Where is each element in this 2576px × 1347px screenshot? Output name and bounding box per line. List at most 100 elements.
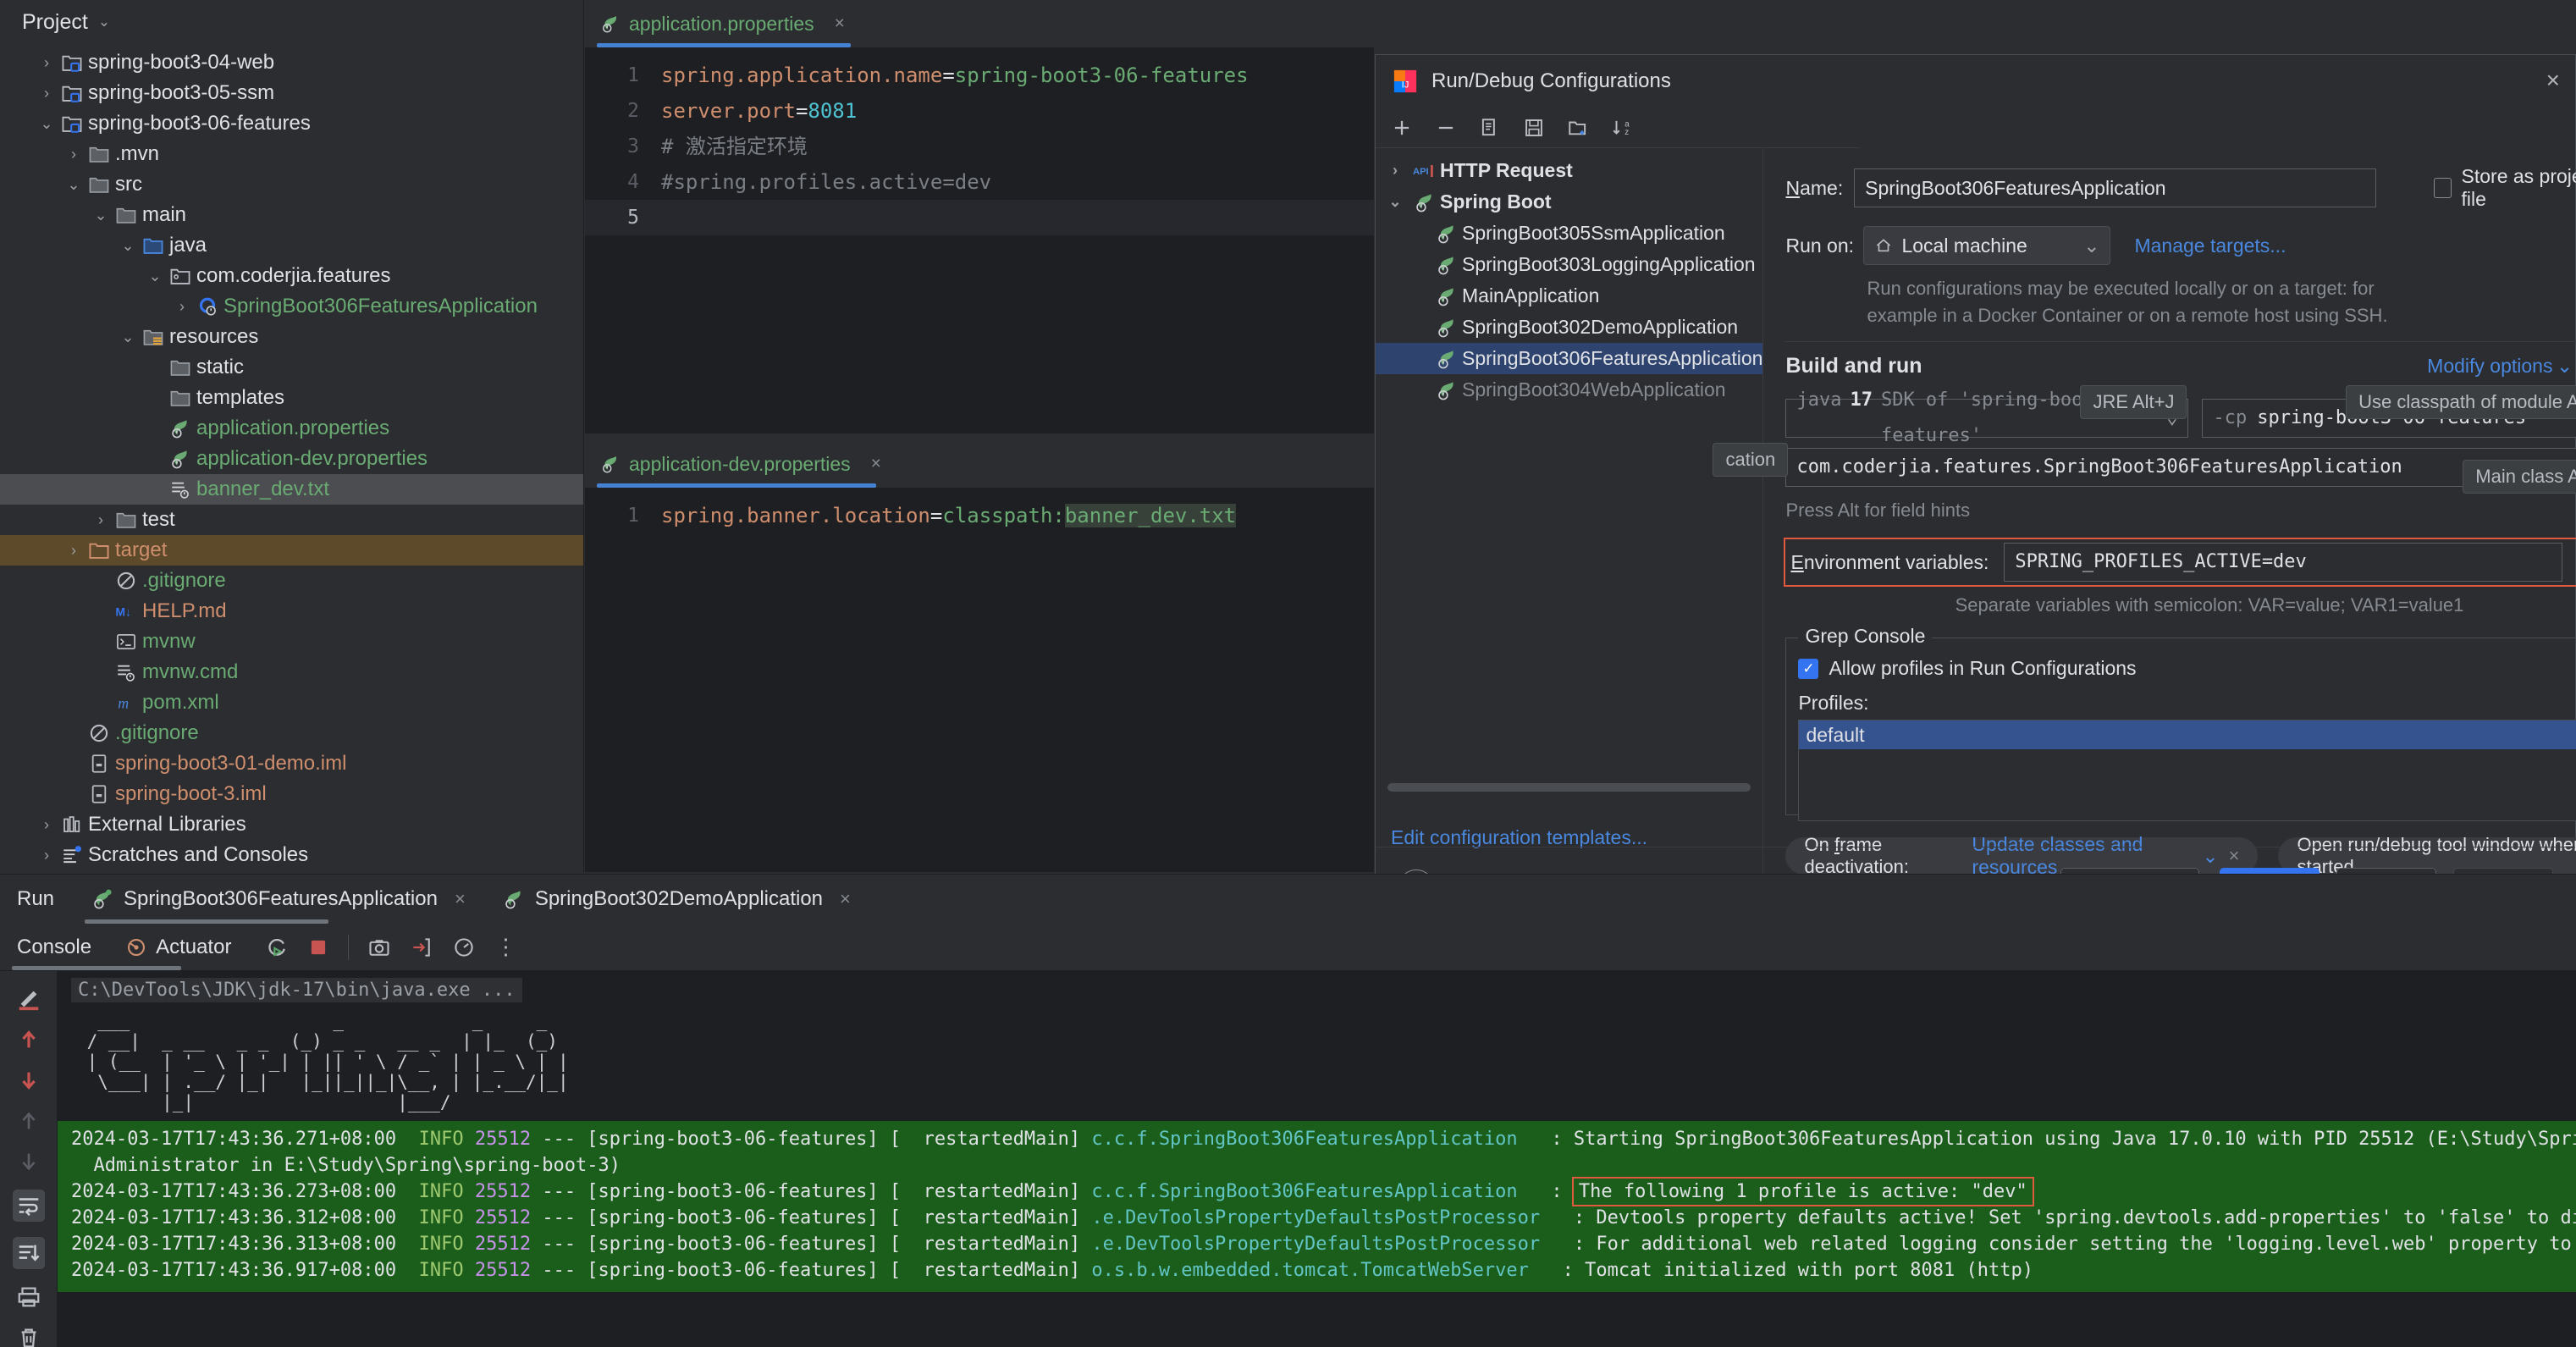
- new-folder-icon[interactable]: [1567, 117, 1589, 139]
- chevron-down-icon[interactable]: ⌄: [117, 328, 139, 346]
- tree-item-gitignore[interactable]: .gitignore: [0, 566, 583, 596]
- tree-item-application-properties[interactable]: application.properties: [0, 413, 583, 444]
- down-red-icon[interactable]: [16, 1068, 41, 1093]
- tree-item-java[interactable]: ⌄java: [0, 230, 583, 261]
- chevron-right-icon[interactable]: ›: [171, 298, 193, 316]
- console-text[interactable]: C:\DevTools\JDK\jdk-17\bin\java.exe ... …: [58, 971, 2576, 1347]
- up-red-icon[interactable]: [16, 1027, 41, 1052]
- copy-icon[interactable]: [1479, 117, 1501, 139]
- tree-item-spring-boot3-05-ssm[interactable]: ›spring-boot3-05-ssm: [0, 78, 583, 108]
- remove-icon[interactable]: [1435, 117, 1457, 139]
- tree-item-templates[interactable]: templates: [0, 383, 583, 413]
- run-tab-springboot302[interactable]: SpringBoot302DemoApplication ×: [503, 887, 851, 911]
- tree-item-static[interactable]: static: [0, 352, 583, 383]
- editor-tab-label-top[interactable]: application.properties: [629, 13, 814, 36]
- tree-item-external-libraries[interactable]: ›External Libraries: [0, 809, 583, 840]
- tree-item-spring-boot3-01-demo-iml[interactable]: spring-boot3-01-demo.iml: [0, 748, 583, 779]
- tree-item-spring-boot3-04-web[interactable]: ›spring-boot3-04-web: [0, 47, 583, 78]
- run-on-combo[interactable]: Local machine ⌄: [1863, 226, 2110, 265]
- export-icon[interactable]: [410, 936, 433, 959]
- chevron-down-icon[interactable]: ⌄: [1381, 193, 1409, 211]
- stop-icon[interactable]: [307, 936, 329, 958]
- console-tab[interactable]: Console: [17, 936, 91, 959]
- chevron-down-icon[interactable]: ⌄: [2557, 355, 2573, 377]
- config-item-http-request[interactable]: ›APIHTTP Request: [1376, 155, 1762, 186]
- tree-item-spring-boot-3-iml[interactable]: spring-boot-3.iml: [0, 779, 583, 809]
- tree-item-spring-boot3-06-features[interactable]: ⌄spring-boot3-06-features: [0, 108, 583, 139]
- allow-profiles-checkbox[interactable]: ✓: [1798, 659, 1818, 679]
- close-icon[interactable]: ×: [2546, 67, 2560, 94]
- tree-item-springboot306featuresapplication[interactable]: ›SpringBoot306FeaturesApplication: [0, 291, 583, 322]
- code-area-bottom[interactable]: 1spring.banner.location=classpath:banner…: [585, 488, 1374, 533]
- chevron-right-icon[interactable]: ›: [36, 847, 58, 864]
- close-icon[interactable]: ×: [871, 454, 881, 474]
- modify-options-link[interactable]: Modify options: [2427, 355, 2552, 377]
- tree-item-pom-xml[interactable]: mpom.xml: [0, 687, 583, 718]
- chevron-down-icon[interactable]: ⌄: [117, 237, 139, 255]
- config-item-springboot302demoapplication[interactable]: SpringBoot302DemoApplication: [1376, 312, 1762, 343]
- tree-item-mvn[interactable]: ›.mvn: [0, 139, 583, 169]
- close-icon[interactable]: ×: [835, 14, 845, 34]
- tree-item-banner-dev-txt[interactable]: banner_dev.txt: [0, 474, 583, 505]
- tree-item-src[interactable]: ⌄src: [0, 169, 583, 200]
- chevron-right-icon[interactable]: ›: [63, 146, 85, 163]
- chevron-right-icon[interactable]: ›: [36, 85, 58, 102]
- chevron-down-icon[interactable]: ⌄: [63, 176, 85, 194]
- config-item-mainapplication[interactable]: MainApplication: [1376, 280, 1762, 312]
- tree-item-main[interactable]: ⌄main: [0, 200, 583, 230]
- print-icon[interactable]: [16, 1284, 41, 1310]
- soft-wrap-icon[interactable]: [16, 986, 41, 1012]
- config-item-springboot304webapplication[interactable]: SpringBoot304WebApplication: [1376, 374, 1762, 406]
- chevron-right-icon[interactable]: ›: [90, 511, 112, 529]
- chevron-right-icon[interactable]: ›: [63, 542, 85, 560]
- chevron-down-icon[interactable]: ⌄: [90, 207, 112, 224]
- actuator-tab[interactable]: Actuator: [125, 936, 231, 959]
- chevron-right-icon[interactable]: ›: [1381, 162, 1409, 179]
- horizontal-scrollbar[interactable]: [1387, 783, 1751, 792]
- add-icon[interactable]: [1391, 117, 1413, 139]
- tree-item-help-md[interactable]: M↓HELP.md: [0, 596, 583, 627]
- profiler-icon[interactable]: [452, 936, 476, 959]
- tree-item-com-coderjia-features[interactable]: ⌄com.coderjia.features: [0, 261, 583, 291]
- chevron-down-icon[interactable]: ⌄: [144, 268, 166, 285]
- environment-variables-input[interactable]: SPRING_PROFILES_ACTIVE=dev: [2004, 543, 2562, 582]
- store-as-project-file-checkbox[interactable]: [2434, 178, 2452, 198]
- project-header[interactable]: Project ⌄: [0, 0, 583, 44]
- tree-item-mvnw[interactable]: mvnw: [0, 627, 583, 657]
- editor-tab-label-bottom[interactable]: application-dev.properties: [629, 453, 851, 476]
- rerun-icon[interactable]: [265, 936, 289, 959]
- camera-icon[interactable]: [367, 936, 391, 959]
- chevron-down-icon[interactable]: ⌄: [2083, 235, 2099, 257]
- main-class-input[interactable]: com.coderjia.features.SpringBoot306Featu…: [1785, 448, 2576, 487]
- edit-configuration-templates-link[interactable]: Edit configuration templates...: [1391, 826, 1647, 849]
- profiles-list[interactable]: default: [1798, 720, 2576, 821]
- project-tree[interactable]: ›spring-boot3-04-web›spring-boot3-05-ssm…: [0, 44, 583, 872]
- close-icon[interactable]: ×: [840, 888, 851, 910]
- chevron-down-icon[interactable]: ⌄: [98, 14, 110, 30]
- tree-item-scratches-and-consoles[interactable]: ›Scratches and Consoles: [0, 840, 583, 870]
- configurations-list[interactable]: ›APIHTTP Request⌄Spring BootSpringBoot30…: [1376, 148, 1763, 893]
- config-item-springboot306featuresapplication[interactable]: SpringBoot306FeaturesApplication: [1376, 343, 1762, 374]
- chevron-right-icon[interactable]: ›: [36, 54, 58, 72]
- tree-item-test[interactable]: ›test: [0, 505, 583, 535]
- tree-item-mvnw-cmd[interactable]: mvnw.cmd: [0, 657, 583, 687]
- sort-icon[interactable]: az: [1611, 117, 1633, 139]
- save-icon[interactable]: [1523, 117, 1545, 139]
- close-icon[interactable]: ×: [455, 888, 466, 910]
- config-item-springboot305ssmapplication[interactable]: SpringBoot305SsmApplication: [1376, 218, 1762, 249]
- tree-item-target[interactable]: ›target: [0, 535, 583, 566]
- scroll-end-icon[interactable]: [13, 1237, 45, 1269]
- code-area-top[interactable]: 1spring.application.name=spring-boot3-06…: [585, 47, 1374, 235]
- trash-icon[interactable]: [16, 1325, 41, 1347]
- config-item-spring-boot[interactable]: ⌄Spring Boot: [1376, 186, 1762, 218]
- tree-item-gitignore[interactable]: .gitignore: [0, 718, 583, 748]
- tree-item-resources[interactable]: ⌄resources: [0, 322, 583, 352]
- more-icon[interactable]: ⋮: [494, 934, 518, 960]
- name-input[interactable]: SpringBoot306FeaturesApplication: [1854, 168, 2376, 207]
- wrap-lines-icon[interactable]: [13, 1190, 45, 1222]
- manage-targets-link[interactable]: Manage targets...: [2134, 235, 2286, 257]
- profile-item-default[interactable]: default: [1799, 720, 2576, 749]
- tree-item-application-dev-properties[interactable]: application-dev.properties: [0, 444, 583, 474]
- run-tab-springboot306[interactable]: SpringBoot306FeaturesApplication ×: [91, 887, 466, 911]
- config-item-springboot303loggingapplication[interactable]: SpringBoot303LoggingApplication: [1376, 249, 1762, 280]
